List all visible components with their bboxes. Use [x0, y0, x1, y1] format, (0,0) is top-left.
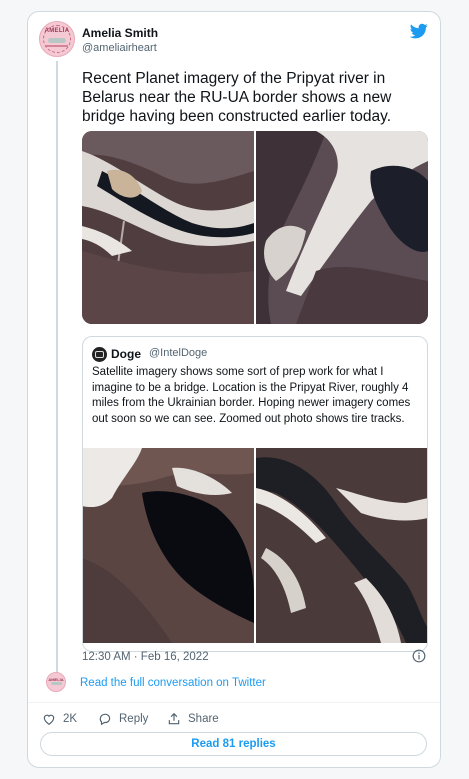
quoted-tweet-media-grid[interactable] [83, 448, 427, 643]
reply-label: Reply [119, 713, 149, 725]
quoted-author-name[interactable]: Doge [111, 347, 141, 361]
read-replies-button[interactable]: Read 81 replies [40, 732, 427, 756]
satellite-image-river-bend[interactable] [256, 131, 428, 324]
quoted-tweet-card[interactable]: Doge @IntelDoge Satellite imagery shows … [82, 336, 428, 652]
quoted-author-avatar[interactable] [92, 347, 107, 362]
avatar-small-plane-graphic [51, 682, 62, 685]
author-avatar[interactable]: AMELIA [39, 21, 75, 57]
reply-button[interactable]: Reply [98, 711, 148, 727]
twitter-bird-icon[interactable] [408, 22, 430, 40]
quoted-tweet-text: Satellite imagery shows some sort of pre… [92, 366, 411, 425]
tweet-timestamp[interactable]: 12:30 AM · Feb 16, 2022 [82, 651, 209, 663]
like-button[interactable]: 2K [42, 711, 77, 727]
avatar-stripe-graphic [46, 45, 68, 47]
share-button[interactable]: Share [167, 711, 219, 727]
satellite-image-snowy-riverbank[interactable] [83, 448, 254, 643]
like-count: 2K [63, 713, 78, 725]
tweet-media-grid[interactable] [82, 131, 428, 324]
tweet-text: Recent Planet imagery of the Pripyat riv… [82, 70, 392, 125]
heart-icon [43, 714, 55, 725]
author-handle[interactable]: @ameliairheart [82, 42, 157, 54]
share-upload-icon [168, 712, 180, 725]
speech-bubble-icon [99, 713, 111, 726]
satellite-image-bridge-closeup[interactable] [82, 131, 254, 324]
thread-connector-line [56, 61, 58, 674]
quoted-author-handle[interactable]: @IntelDoge [149, 347, 207, 359]
avatar-plane-graphic [48, 38, 66, 43]
author-name[interactable]: Amelia Smith [82, 26, 158, 40]
satellite-image-zoomed-out-river[interactable] [256, 448, 427, 643]
avatar-wordmark: AMELIA [44, 28, 70, 34]
quoted-avatar-graphic [95, 351, 104, 358]
actions-divider [28, 702, 440, 703]
share-label: Share [188, 713, 219, 725]
author-avatar-small[interactable]: AMELIA [46, 672, 66, 692]
read-full-conversation-link[interactable]: Read the full conversation on Twitter [80, 677, 266, 689]
tweet-embed-card: AMELIA Amelia Smith @ameliairheart Recen… [27, 11, 441, 768]
info-icon[interactable] [412, 649, 426, 663]
